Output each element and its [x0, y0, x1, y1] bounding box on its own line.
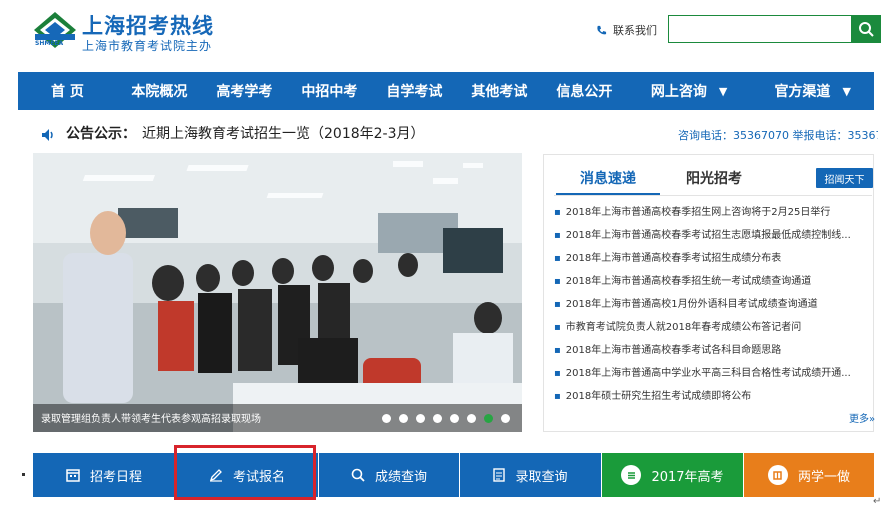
slide-caption[interactable]: 录取管理组负责人带领考生代表参观高招录取现场	[41, 410, 261, 425]
list-circle-icon	[621, 465, 642, 485]
nav-item-gaokao[interactable]: 高考学考	[202, 72, 287, 110]
contact-phones: 咨询电话：35367070 举报电话：35367210	[678, 129, 878, 142]
list-item[interactable]: ▪ 2018年上海市普通高校春季招生网上咨询将于2月25日举行	[554, 201, 869, 224]
gaokao-2017-button[interactable]: 2017年高考	[602, 453, 743, 497]
slide-dot-active[interactable]	[484, 414, 493, 423]
search-input[interactable]	[668, 15, 851, 43]
list-item[interactable]: ▪ 2018年上海市普通高校春季考试各科目命题思路	[554, 339, 869, 362]
list-item[interactable]: ▪ 2018年上海市普通高校春季考试招生成绩分布表	[554, 247, 869, 270]
slide-dot[interactable]	[433, 414, 442, 423]
search-icon	[351, 468, 365, 482]
book-circle-icon	[767, 465, 788, 485]
list-item[interactable]: ▪ 2018年上海市普通高校春季招生统一考试成绩查询通道	[554, 270, 869, 293]
schedule-button[interactable]: 招考日程	[33, 453, 175, 497]
slide-dot[interactable]	[450, 414, 459, 423]
two-learn-one-do-button[interactable]: 两学一做	[744, 453, 874, 497]
site-title[interactable]: 上海招考热线	[82, 10, 214, 40]
main-nav: 首 页 本院概况 高考学考 中招中考 自学考试 其他考试 信息公开 网上咨询 ▼ …	[18, 72, 874, 110]
bullet-icon: ▪	[554, 368, 561, 379]
more-link[interactable]: 更多»	[849, 410, 875, 425]
contact-label: 联系我们	[613, 24, 657, 37]
return-mark-icon: ↵	[873, 496, 882, 507]
contact-link[interactable]: 联系我们	[596, 22, 657, 38]
admission-query-button[interactable]: 录取查询	[460, 453, 601, 497]
nav-item-home[interactable]: 首 页	[18, 72, 117, 110]
phone-icon	[597, 25, 607, 34]
score-query-button[interactable]: 成绩查询	[319, 453, 459, 497]
bullet-icon: ▪	[554, 391, 561, 402]
search-icon	[859, 22, 874, 37]
list-item[interactable]: ▪ 2018年上海市普通高校1月份外语科目考试成绩查询通道	[554, 293, 869, 316]
news-list: ▪ 2018年上海市普通高校春季招生网上咨询将于2月25日举行 ▪ 2018年上海市…	[554, 201, 869, 408]
list-item[interactable]: ▪ 2018年上海市普通高校春季考试招生志愿填报最低成绩控制线...	[554, 224, 869, 247]
bullet-icon: ▪	[554, 345, 561, 356]
news-panel: 消息速递 阳光招考 招闻天下 ▪ 2018年上海市普通高校春季招生网上咨询将于2月…	[543, 154, 875, 432]
bullet-icon: ▪	[554, 299, 561, 310]
tab-sunshine-admission[interactable]: 阳光招考	[674, 163, 754, 193]
slide-photo	[33, 153, 522, 432]
nav-item-self-study[interactable]: 自学考试	[372, 72, 457, 110]
calendar-icon	[66, 468, 80, 482]
news-world-button[interactable]: 招闻天下	[816, 168, 873, 188]
divider	[22, 473, 25, 476]
bullet-icon: ▪	[554, 322, 561, 333]
bullet-icon: ▪	[554, 207, 561, 218]
announcement-label: 公告公示：	[66, 126, 136, 142]
chevron-down-icon: ▼	[842, 84, 851, 98]
site-subtitle: 上海市教育考试院主办	[82, 39, 213, 53]
slide-dot[interactable]	[416, 414, 425, 423]
nav-item-online-consult[interactable]: 网上咨询 ▼	[627, 72, 752, 110]
bullet-icon: ▪	[554, 253, 561, 264]
slide-dot[interactable]	[501, 414, 510, 423]
nav-item-zhongkao[interactable]: 中招中考	[287, 72, 372, 110]
tab-news-express[interactable]: 消息速递	[556, 163, 660, 195]
slide-dot[interactable]	[399, 414, 408, 423]
nav-item-other-exams[interactable]: 其他考试	[457, 72, 542, 110]
photo-slideshow[interactable]: 录取管理组负责人带领考生代表参观高招录取现场	[33, 153, 522, 432]
slide-pagination	[382, 414, 510, 423]
nav-item-official-channels[interactable]: 官方渠道 ▼	[751, 72, 874, 110]
announcement-link[interactable]: 近期上海教育考试招生一览（2018年2-3月）	[142, 123, 425, 143]
bullet-icon: ▪	[554, 230, 561, 241]
document-icon	[493, 468, 506, 482]
chevron-down-icon: ▼	[718, 84, 728, 98]
list-item[interactable]: ▪ 2018年硕士研究生招生考试成绩即将公布	[554, 385, 869, 408]
search-button[interactable]	[851, 15, 881, 43]
slide-dot[interactable]	[467, 414, 476, 423]
nav-item-about[interactable]: 本院概况	[117, 72, 202, 110]
speaker-icon	[42, 126, 56, 145]
logo-text: SHMEEA	[35, 40, 64, 47]
slide-dot[interactable]	[382, 414, 391, 423]
nav-item-info[interactable]: 信息公开	[542, 72, 627, 110]
list-item[interactable]: ▪ 市教育考试院负责人就2018年春考成绩公布答记者问	[554, 316, 869, 339]
divider	[554, 195, 872, 196]
highlight-box	[174, 445, 316, 500]
list-item[interactable]: ▪ 2018年上海市普通高中学业水平高三科目合格性考试成绩开通...	[554, 362, 869, 385]
bullet-icon: ▪	[554, 276, 561, 287]
